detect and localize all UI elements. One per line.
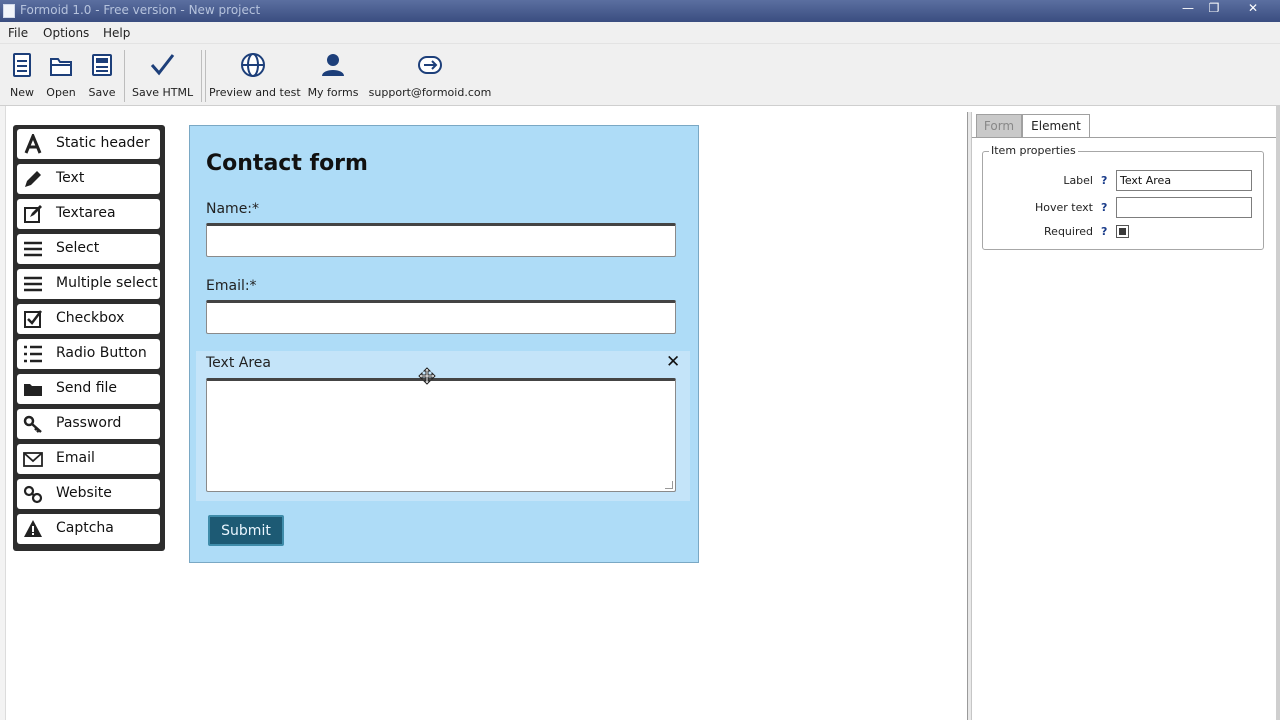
required-checkbox[interactable] — [1116, 225, 1129, 238]
palette-item-website[interactable]: Website — [17, 479, 160, 509]
minimize-icon[interactable]: — — [1176, 0, 1200, 18]
email-field[interactable] — [206, 300, 676, 334]
envelope-icon — [23, 452, 43, 467]
lines-icon — [24, 276, 42, 292]
name-field[interactable] — [206, 223, 676, 257]
textarea-field[interactable] — [206, 378, 676, 492]
menu-file[interactable]: File — [8, 26, 28, 40]
window-title: Formoid 1.0 - Free version - New project — [20, 3, 261, 17]
title-bar: Formoid 1.0 - Free version - New project… — [0, 0, 1280, 22]
menu-help[interactable]: Help — [103, 26, 130, 40]
save-button[interactable]: Save — [88, 50, 116, 99]
close-icon[interactable]: ✕ — [1240, 0, 1266, 18]
checkbox-icon — [24, 310, 42, 328]
submit-button[interactable]: Submit — [208, 515, 284, 546]
palette-item-password[interactable]: Password — [17, 409, 160, 439]
name-label[interactable]: Name:* — [206, 201, 259, 217]
list-icon — [24, 345, 42, 363]
palette-item-send-file[interactable]: Send file — [17, 374, 160, 404]
resize-grip-icon[interactable] — [665, 481, 673, 489]
save-html-button[interactable]: Save HTML — [132, 50, 193, 99]
toolbar-separator — [124, 50, 125, 102]
warning-icon — [24, 520, 42, 537]
my-forms-button[interactable]: My forms — [306, 50, 360, 99]
toolbar-separator — [205, 50, 206, 102]
edit-box-icon — [24, 205, 42, 223]
toolbar: New Open Save Save HTML Preview and test — [0, 44, 1280, 106]
required-prop-label: Required — [1044, 225, 1093, 238]
restore-icon[interactable]: ❐ — [1202, 0, 1226, 18]
properties-panel: Form Element Item properties Label ? Tex… — [972, 112, 1280, 720]
delete-element-icon[interactable]: ✕ — [666, 352, 680, 372]
right-edge — [1276, 106, 1280, 720]
left-edge — [0, 106, 6, 720]
palette-item-multiple-select[interactable]: Multiple select — [17, 269, 160, 299]
save-icon — [92, 54, 112, 76]
pencil-icon — [25, 171, 41, 187]
globe-icon — [241, 53, 265, 77]
hover-text-prop-label: Hover text — [1034, 201, 1093, 214]
new-button[interactable]: New — [8, 50, 36, 99]
user-icon — [322, 54, 344, 76]
palette-item-select[interactable]: Select — [17, 234, 160, 264]
toolbar-separator — [201, 50, 202, 102]
preview-button[interactable]: Preview and test — [209, 50, 301, 99]
palette-item-email[interactable]: Email — [17, 444, 160, 474]
form-canvas: Contact form Name:* Email:* Text Area ✕ … — [189, 125, 699, 563]
palette-item-static-header[interactable]: Static header — [17, 129, 160, 159]
item-properties-group: Item properties Label ? Text Area Hover … — [982, 144, 1264, 250]
required-help-icon[interactable]: ? — [1101, 225, 1107, 238]
link-icon — [23, 485, 43, 504]
palette-item-textarea[interactable]: Textarea — [17, 199, 160, 229]
folder-icon — [24, 384, 42, 396]
key-icon — [23, 415, 42, 433]
lines-icon — [24, 241, 42, 257]
move-cursor-icon — [418, 367, 436, 385]
tab-divider — [972, 137, 1280, 138]
palette-item-text[interactable]: Text — [17, 164, 160, 194]
element-palette: Static header Text Textarea Select Multi… — [13, 125, 165, 551]
letter-a-icon — [24, 134, 42, 154]
app-icon — [3, 4, 15, 18]
folder-open-icon — [50, 58, 72, 76]
menu-bar: File Options Help — [0, 22, 1280, 44]
tab-form[interactable]: Form — [976, 114, 1022, 138]
palette-item-radio-button[interactable]: Radio Button — [17, 339, 160, 369]
tab-element[interactable]: Element — [1022, 114, 1090, 138]
palette-item-checkbox[interactable]: Checkbox — [17, 304, 160, 334]
textarea-label[interactable]: Text Area — [206, 355, 271, 371]
label-prop-input[interactable]: Text Area — [1116, 170, 1252, 191]
hover-text-prop-input[interactable] — [1116, 197, 1252, 218]
new-document-icon — [13, 53, 31, 77]
open-button[interactable]: Open — [46, 50, 76, 99]
support-button[interactable]: support@formoid.com — [368, 50, 492, 99]
hover-text-help-icon[interactable]: ? — [1101, 201, 1107, 214]
menu-options[interactable]: Options — [43, 26, 89, 40]
item-properties-title: Item properties — [989, 144, 1078, 157]
label-help-icon[interactable]: ? — [1101, 174, 1107, 187]
checkmark-icon — [150, 54, 175, 76]
label-prop-label: Label — [1063, 174, 1093, 187]
email-label[interactable]: Email:* — [206, 278, 257, 294]
support-icon — [418, 56, 442, 74]
form-title[interactable]: Contact form — [206, 151, 368, 176]
palette-item-captcha[interactable]: Captcha — [17, 514, 160, 544]
